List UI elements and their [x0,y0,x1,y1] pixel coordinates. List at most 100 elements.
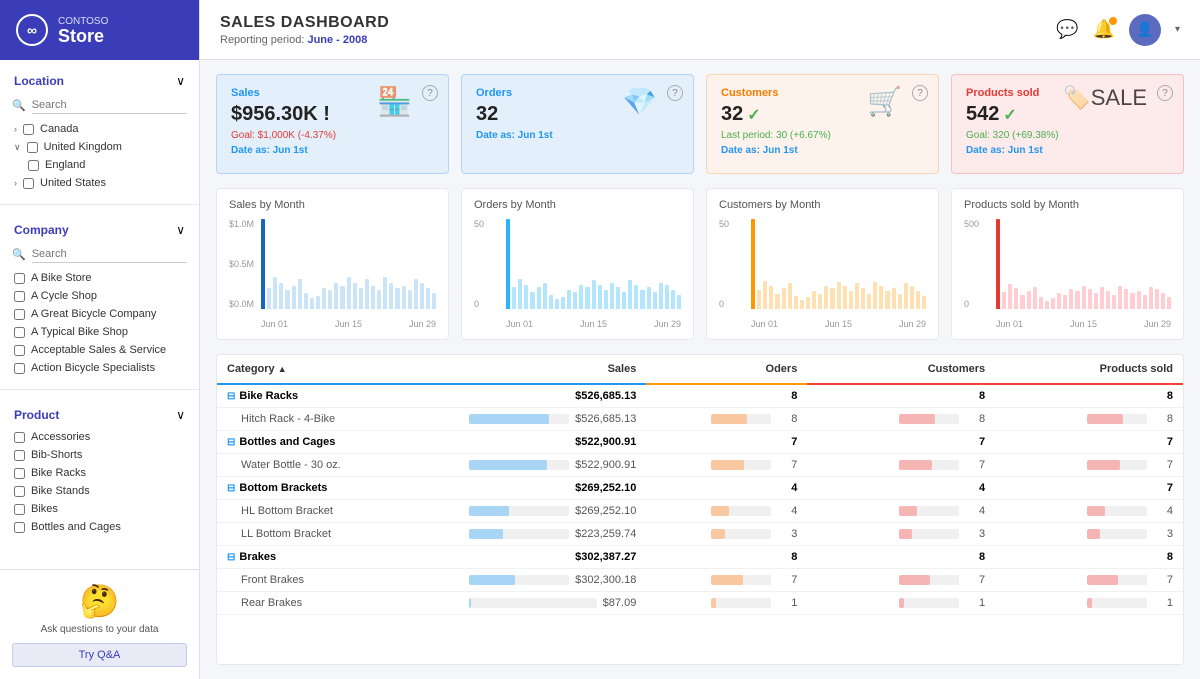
chart-bar [426,288,430,309]
chart-sales-area: $1.0M $0.5M $0.0M Jun 01Jun 15Jun 29 [229,219,436,329]
filter-item-canada[interactable]: › Canada [0,120,199,138]
chart-bar [414,279,418,309]
filter-item-us[interactable]: › United States [0,174,199,192]
user-avatar[interactable]: 👤 [1129,14,1161,46]
chart-bar [1161,293,1165,309]
us-checkbox[interactable] [23,178,34,189]
table-row: ⊞Caps $555,831.26 9 9 9 [217,615,1183,616]
chart-bar [873,282,877,309]
chart-bar [395,288,399,309]
company-acceptable[interactable]: Acceptable Sales & Service [0,341,199,359]
company-typical-bike[interactable]: A Typical Bike Shop [0,323,199,341]
company-filter-header[interactable]: Company ∨ [0,217,199,243]
canada-checkbox[interactable] [23,124,34,135]
chart-bar [530,292,534,309]
product-accessories[interactable]: Accessories [0,428,199,446]
chart-bar [818,294,822,309]
chart-customers-yaxis: 50 0 [719,219,749,309]
location-filter-header[interactable]: Location ∨ [0,68,199,94]
chart-bar [769,286,773,309]
product-filter-header[interactable]: Product ∨ [0,402,199,428]
orders-cell: 8 [646,546,807,569]
uk-label: United Kingdom [44,141,122,153]
chart-bar [592,280,596,309]
product-bottles[interactable]: Bottles and Cages [0,518,199,536]
expand-icon[interactable]: ⊟ [227,483,235,494]
filter-item-england[interactable]: England [0,156,199,174]
product-bikes[interactable]: Bikes [0,500,199,518]
chart-bar [1069,289,1073,309]
chart-bar [647,287,651,309]
company-a-bike-store[interactable]: A Bike Store [0,269,199,287]
category-cell: ⊟Brakes [217,546,459,569]
chat-icon[interactable]: 💬 [1056,19,1078,40]
product-bike-stands[interactable]: Bike Stands [0,482,199,500]
chart-bar [1143,295,1147,309]
company-collapse-icon[interactable]: ∨ [176,223,185,237]
chart-bar [855,283,859,309]
company-search-row: 🔍 [0,243,199,269]
arrow-icon: › [14,124,17,134]
product-filter: Product ∨ Accessories Bib-Shorts Bike Ra… [0,394,199,544]
company-search-input[interactable] [32,246,187,263]
child-sales-cell: $526,685.13 [459,408,647,431]
kpi-sales-date: Date as: Jun 1st [231,145,434,156]
location-search-row: 🔍 [0,94,199,120]
qa-button[interactable]: Try Q&A [12,643,187,667]
chart-bar [916,291,920,309]
location-filter: Location ∨ 🔍 › Canada ∨ United Kingdom E… [0,60,199,200]
category-cell: ⊟Bottom Brackets [217,477,459,500]
chart-bar [316,296,320,309]
chevron-down-icon[interactable]: ▾ [1175,24,1180,35]
child-sales-cell: $223,259.74 [459,523,647,546]
chart-bar [579,285,583,309]
product-bib-shorts[interactable]: Bib-Shorts [0,446,199,464]
orders-cell: 7 [646,431,807,454]
company-a-cycle-shop[interactable]: A Cycle Shop [0,287,199,305]
expand-icon[interactable]: ⊟ [227,391,235,402]
product-bike-racks[interactable]: Bike Racks [0,464,199,482]
chart-bar [1057,293,1061,309]
chart-bar [604,290,608,309]
products-cell: 9 [995,615,1183,616]
england-checkbox[interactable] [28,160,39,171]
location-collapse-icon[interactable]: ∨ [176,74,185,88]
chart-orders: Orders by Month 50 0 Jun 01Jun 15Jun 29 [461,188,694,340]
products-cell: 8 [995,546,1183,569]
chart-bar [1106,291,1110,309]
kpi-orders-info-icon[interactable]: ? [667,85,683,101]
chart-bar [506,219,510,309]
expand-icon[interactable]: ⊟ [227,437,235,448]
chart-bar [543,283,547,309]
uk-checkbox[interactable] [27,142,38,153]
filter-item-uk[interactable]: ∨ United Kingdom [0,138,199,156]
sort-icon: ▲ [278,364,287,374]
col-category[interactable]: Category ▲ [217,355,459,384]
kpi-products-info-icon[interactable]: ? [1157,85,1173,101]
table-container[interactable]: Category ▲ Sales Oders Customers Product… [217,355,1183,615]
company-action-bicycle[interactable]: Action Bicycle Specialists [0,359,199,377]
kpi-sales-info-icon[interactable]: ? [422,85,438,101]
category-cell: ⊟Bottles and Cages [217,431,459,454]
chart-bar [910,286,914,309]
notification-icon[interactable]: 🔔 [1093,19,1115,40]
dashboard: ? 🏪 Sales $956.30K ! Goal: $1,000K (-4.3… [200,60,1200,679]
expand-icon[interactable]: ⊟ [227,552,235,563]
col-orders[interactable]: Oders [646,355,807,384]
sidebar-footer: 🤔 Ask questions to your data Try Q&A [0,569,199,679]
chart-bar [1039,297,1043,309]
company-a-great-bicycle[interactable]: A Great Bicycle Company [0,305,199,323]
reporting-period: Reporting period: June - 2008 [220,34,389,46]
chart-bar [598,285,602,309]
kpi-customers-date: Date as: Jun 1st [721,145,924,156]
col-products[interactable]: Products sold [995,355,1183,384]
col-customers[interactable]: Customers [807,355,995,384]
kpi-orders-date: Date as: Jun 1st [476,130,679,141]
chart-bar [512,287,516,309]
kpi-customers-info-icon[interactable]: ? [912,85,928,101]
product-collapse-icon[interactable]: ∨ [176,408,185,422]
chart-bar [1033,287,1037,309]
col-sales[interactable]: Sales [459,355,647,384]
location-search-input[interactable] [32,97,187,114]
chart-bar [537,287,541,309]
